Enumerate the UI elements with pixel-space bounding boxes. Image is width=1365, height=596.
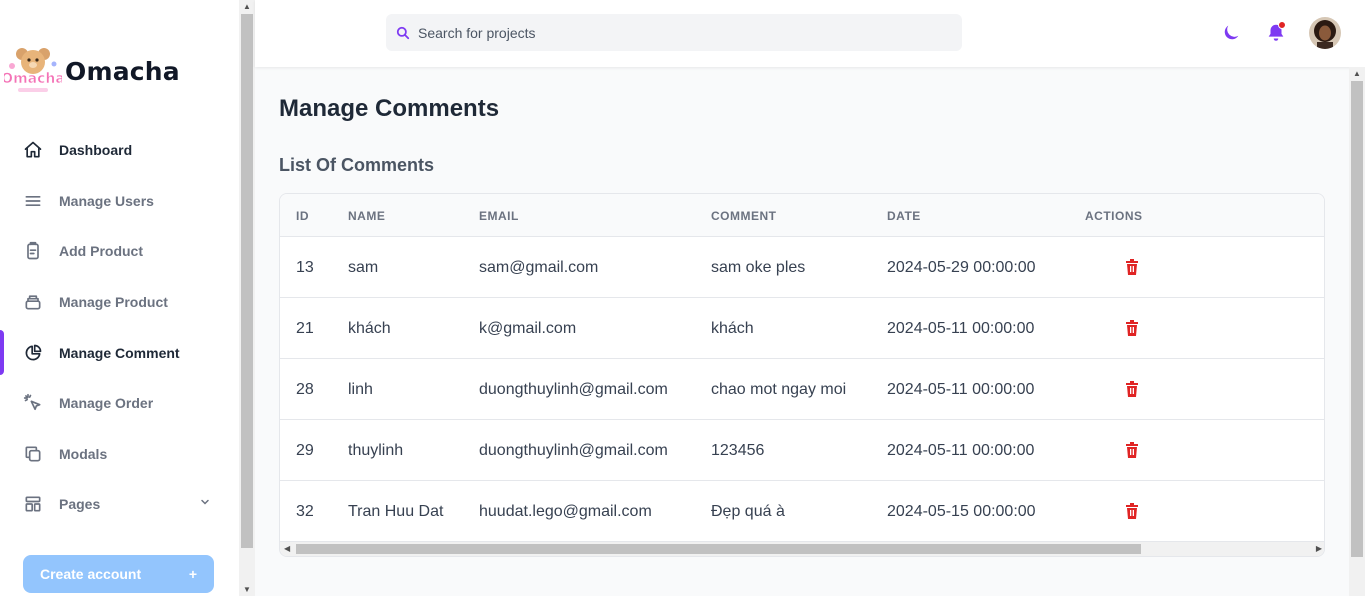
trash-icon[interactable] (1125, 442, 1141, 459)
section-title: List Of Comments (279, 155, 435, 175)
sidebar-item-manage-comment[interactable]: Manage Comment (0, 327, 239, 378)
sidebar-item-label: Dashboard (59, 142, 133, 159)
trash-icon[interactable] (1125, 259, 1141, 276)
cell-comment: sam oke ples (711, 259, 806, 276)
table-row: 32 Tran Huu Dat huudat.lego@gmail.com Đẹ… (280, 481, 1324, 542)
column-header-date: DATE (887, 209, 921, 223)
cell-comment: 123456 (711, 442, 765, 459)
sidebar-item-manage-product[interactable]: Manage Product (0, 277, 239, 328)
trash-icon[interactable] (1125, 381, 1141, 398)
clipboard-icon (23, 241, 43, 261)
table-horizontal-scrollbar[interactable]: ◀ ▶ (280, 542, 1324, 556)
notification-dot (1278, 21, 1286, 29)
sidebar-item-label: Manage Order (59, 395, 154, 412)
cell-email: huudat.lego@gmail.com (479, 503, 652, 520)
table-row: 21 khách k@gmail.com khách 2024-05-11 00… (280, 298, 1324, 359)
top-header (255, 0, 1365, 67)
table-header: ID NAME EMAIL COMMENT DATE ACTIONS (280, 194, 1324, 237)
chart-pie-icon (23, 343, 43, 363)
duplicate-icon (23, 444, 43, 464)
cell-name: sam (348, 259, 379, 276)
cell-date: 2024-05-11 00:00:00 (887, 442, 1035, 459)
cell-email: duongthuylinh@gmail.com (479, 442, 668, 459)
cell-id: 32 (296, 503, 314, 520)
page-title: Manage Comments (279, 95, 500, 122)
cell-name: Tran Huu Dat (348, 503, 444, 520)
scrollbar-thumb[interactable] (1351, 81, 1363, 557)
stack-icon (23, 292, 43, 312)
list-icon (23, 191, 43, 211)
cell-name: thuylinh (348, 442, 404, 459)
search-input[interactable] (418, 24, 938, 41)
create-account-button[interactable]: Create account + (23, 555, 214, 593)
chevron-down-icon[interactable] (199, 495, 211, 513)
scrollbar-thumb[interactable] (296, 544, 1141, 554)
scroll-up-arrow-icon[interactable]: ▲ (1353, 69, 1361, 78)
scroll-left-arrow-icon[interactable]: ◀ (284, 544, 290, 553)
column-header-comment: COMMENT (711, 209, 777, 223)
sidebar-item-modals[interactable]: Modals (0, 429, 239, 480)
sidebar-item-manage-users[interactable]: Manage Users (0, 176, 239, 227)
cell-id: 28 (296, 381, 314, 398)
cell-id: 13 (296, 259, 314, 276)
cell-date: 2024-05-29 00:00:00 (887, 259, 1036, 276)
teddy-bear-logo-icon: Omacha (1, 42, 65, 100)
brand-logo[interactable]: Omacha Omacha (1, 42, 180, 100)
home-icon (23, 140, 43, 160)
sidebar-item-label: Manage Product (59, 294, 168, 311)
create-account-label: Create account (40, 566, 142, 582)
column-header-id: ID (296, 209, 309, 223)
cell-name: khách (348, 320, 391, 337)
logo-wordmark: Omacha (4, 71, 62, 87)
cell-comment: chao mot ngay moi (711, 381, 847, 398)
cell-email: k@gmail.com (479, 320, 577, 337)
column-header-email: EMAIL (479, 209, 519, 223)
moon-icon[interactable] (1220, 22, 1242, 44)
cursor-click-icon (23, 393, 43, 413)
column-header-name: NAME (348, 209, 386, 223)
sidebar-item-add-product[interactable]: Add Product (0, 226, 239, 277)
trash-icon[interactable] (1125, 503, 1141, 520)
search-bar[interactable] (386, 14, 962, 51)
cell-id: 21 (296, 320, 314, 337)
plus-icon: + (188, 566, 197, 582)
scroll-down-arrow-icon[interactable]: ▼ (243, 585, 251, 594)
search-icon (396, 25, 412, 41)
column-header-actions: ACTIONS (1085, 209, 1143, 223)
sidebar-item-label: Add Product (59, 243, 143, 260)
cell-date: 2024-05-11 00:00:00 (887, 381, 1035, 398)
sidebar-scrollbar[interactable]: ▲ ▼ (239, 0, 255, 596)
scroll-up-arrow-icon[interactable]: ▲ (243, 2, 251, 11)
sidebar-nav: Dashboard Manage Users Add Product Manag… (0, 125, 239, 530)
table-row: 13 sam sam@gmail.com sam oke ples 2024-0… (280, 237, 1324, 298)
sidebar-item-label: Pages (59, 496, 101, 513)
sidebar-item-manage-order[interactable]: Manage Order (0, 378, 239, 429)
cell-comment: khách (711, 320, 754, 337)
sidebar-item-label: Manage Comment (59, 344, 180, 361)
sidebar-item-label: Manage Users (59, 192, 154, 209)
scrollbar-thumb[interactable] (241, 14, 253, 548)
sidebar-item-pages[interactable]: Pages (0, 479, 239, 530)
cell-date: 2024-05-11 00:00:00 (887, 320, 1035, 337)
bell-icon[interactable] (1265, 21, 1287, 44)
cell-comment: Đẹp quá à (711, 503, 785, 520)
sidebar-item-label: Modals (59, 445, 108, 462)
trash-icon[interactable] (1125, 320, 1141, 337)
cell-name: linh (348, 381, 373, 398)
table-row: 28 linh duongthuylinh@gmail.com chao mot… (280, 359, 1324, 420)
content-scrollbar[interactable]: ▲ (1349, 67, 1365, 596)
sidebar: Omacha Omacha Dashboard Manage Users Add… (0, 0, 239, 596)
template-icon (23, 494, 43, 514)
scroll-right-arrow-icon[interactable]: ▶ (1316, 544, 1322, 553)
cell-date: 2024-05-15 00:00:00 (887, 503, 1036, 520)
sidebar-item-dashboard[interactable]: Dashboard (0, 125, 239, 176)
cell-id: 29 (296, 442, 314, 459)
brand-name: Omacha (65, 56, 180, 86)
table-row: 29 thuylinh duongthuylinh@gmail.com 1234… (280, 420, 1324, 481)
avatar[interactable] (1309, 17, 1341, 49)
cell-email: sam@gmail.com (479, 259, 599, 276)
cell-email: duongthuylinh@gmail.com (479, 381, 668, 398)
comments-table: ID NAME EMAIL COMMENT DATE ACTIONS 13 sa… (279, 193, 1325, 557)
